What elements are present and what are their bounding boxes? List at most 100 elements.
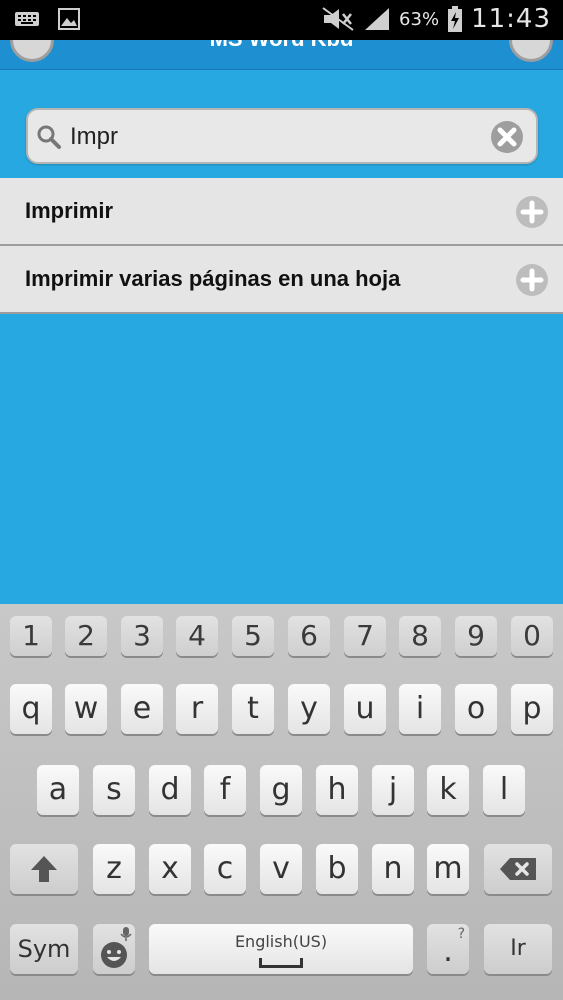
key-label: g xyxy=(271,772,291,807)
key-p[interactable]: p xyxy=(511,684,553,734)
key-label: 1 xyxy=(22,619,40,652)
key-label: Ir xyxy=(510,936,526,961)
search-box[interactable] xyxy=(26,108,538,164)
key-8[interactable]: 8 xyxy=(399,616,441,656)
key-t[interactable]: t xyxy=(232,684,274,734)
key-1[interactable]: 1 xyxy=(10,616,52,656)
space-key[interactable]: English(US) xyxy=(149,924,413,974)
mute-icon xyxy=(322,7,354,31)
shift-key[interactable] xyxy=(10,844,78,894)
list-item[interactable]: Imprimir varias páginas en una hoja xyxy=(0,246,563,314)
key-label: m xyxy=(433,851,463,886)
key-label: s xyxy=(106,772,122,807)
key-label: 7 xyxy=(356,619,374,652)
go-key[interactable]: Ir xyxy=(484,924,552,974)
space-language-label: English(US) xyxy=(234,932,328,951)
clear-search-icon[interactable] xyxy=(490,120,524,154)
key-label: 8 xyxy=(411,619,429,652)
key-0[interactable]: 0 xyxy=(511,616,553,656)
key-label: t xyxy=(247,691,259,726)
plus-icon[interactable] xyxy=(515,195,549,229)
key-label: 6 xyxy=(300,619,318,652)
key-label: o xyxy=(466,691,486,726)
key-label: 5 xyxy=(244,619,262,652)
key-label: d xyxy=(160,772,180,807)
clock: 11:43 xyxy=(471,4,551,34)
soft-keyboard: 1 2 3 4 5 6 7 8 9 0 q w e r t y u i o p … xyxy=(0,604,563,1000)
backspace-key[interactable] xyxy=(484,844,552,894)
key-m[interactable]: m xyxy=(427,844,469,894)
key-s[interactable]: s xyxy=(93,765,135,815)
key-y[interactable]: y xyxy=(288,684,330,734)
backspace-icon xyxy=(500,858,536,880)
key-u[interactable]: u xyxy=(344,684,386,734)
battery-charging-icon xyxy=(448,6,463,32)
key-c[interactable]: c xyxy=(204,844,246,894)
signal-icon xyxy=(365,8,390,30)
key-3[interactable]: 3 xyxy=(121,616,163,656)
status-left-icons xyxy=(14,8,80,30)
key-2[interactable]: 2 xyxy=(65,616,107,656)
key-label: 2 xyxy=(77,619,95,652)
key-v[interactable]: v xyxy=(260,844,302,894)
status-right-icons: 63% 11:43 xyxy=(321,4,551,34)
key-l[interactable]: l xyxy=(483,765,525,815)
key-label: 4 xyxy=(188,619,206,652)
key-label: x xyxy=(161,851,179,886)
key-label: q xyxy=(21,691,41,726)
key-6[interactable]: 6 xyxy=(288,616,330,656)
key-4[interactable]: 4 xyxy=(176,616,218,656)
key-i[interactable]: i xyxy=(399,684,441,734)
key-label: b xyxy=(327,851,347,886)
list-item-label: Imprimir xyxy=(25,198,114,223)
list-item[interactable]: Imprimir xyxy=(0,178,563,246)
app-title: MS Word Kbd xyxy=(0,40,563,52)
key-b[interactable]: b xyxy=(316,844,358,894)
key-o[interactable]: o xyxy=(455,684,497,734)
key-w[interactable]: w xyxy=(65,684,107,734)
key-n[interactable]: n xyxy=(372,844,414,894)
sym-key[interactable]: Sym xyxy=(10,924,78,974)
results-list: Imprimir Imprimir varias páginas en una … xyxy=(0,178,563,314)
key-label: j xyxy=(388,772,398,807)
key-label: p xyxy=(522,691,542,726)
smiley-icon xyxy=(101,942,127,968)
key-label: w xyxy=(73,691,99,726)
key-7[interactable]: 7 xyxy=(344,616,386,656)
key-q[interactable]: q xyxy=(10,684,52,734)
period-key[interactable]: ? . xyxy=(427,924,469,974)
key-label: v xyxy=(272,851,290,886)
status-bar: 63% 11:43 xyxy=(0,0,563,40)
period-label: . xyxy=(443,934,453,969)
key-label: Sym xyxy=(17,935,71,963)
key-d[interactable]: d xyxy=(149,765,191,815)
key-r[interactable]: r xyxy=(176,684,218,734)
key-label: l xyxy=(499,772,509,807)
key-j[interactable]: j xyxy=(372,765,414,815)
emoji-key[interactable] xyxy=(93,924,135,974)
key-label: 0 xyxy=(523,619,541,652)
key-5[interactable]: 5 xyxy=(232,616,274,656)
key-h[interactable]: h xyxy=(316,765,358,815)
key-k[interactable]: k xyxy=(427,765,469,815)
key-label: y xyxy=(300,691,318,726)
space-icon xyxy=(259,958,303,968)
key-z[interactable]: z xyxy=(93,844,135,894)
battery-percent: 63% xyxy=(399,8,440,30)
key-9[interactable]: 9 xyxy=(455,616,497,656)
plus-icon[interactable] xyxy=(515,263,549,297)
key-label: e xyxy=(132,691,152,726)
search-input[interactable] xyxy=(70,118,470,156)
key-label: h xyxy=(327,772,347,807)
header-right-button[interactable] xyxy=(509,40,553,62)
key-e[interactable]: e xyxy=(121,684,163,734)
key-x[interactable]: x xyxy=(149,844,191,894)
key-label: f xyxy=(219,772,231,807)
key-label: n xyxy=(383,851,403,886)
key-a[interactable]: a xyxy=(37,765,79,815)
key-g[interactable]: g xyxy=(260,765,302,815)
key-f[interactable]: f xyxy=(204,765,246,815)
app-header: MS Word Kbd xyxy=(0,40,563,70)
key-label: r xyxy=(190,691,204,726)
list-item-label: Imprimir varias páginas en una hoja xyxy=(25,266,401,291)
